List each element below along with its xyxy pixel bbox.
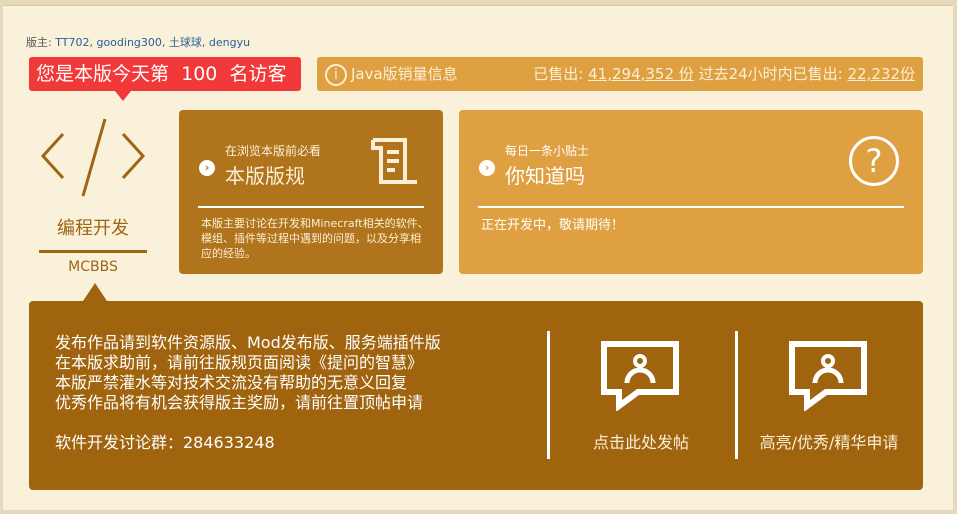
- divider: [735, 331, 738, 459]
- sales-info-bar: i Java版销量信息 已售出: 41,294,352 份 过去24小时内已售出:…: [317, 57, 923, 91]
- forum-header-panel: 版主: TT702, gooding300, 土球球, dengyu 您是本版今…: [3, 5, 953, 510]
- rules-description: 本版主要讨论在开发和Minecraft相关的软件、模组、插件等过程中遇到的问题，…: [201, 217, 429, 260]
- moderator-link[interactable]: gooding300: [96, 36, 161, 49]
- rules-kicker: 在浏览本版前必看: [225, 144, 322, 158]
- divider: [198, 206, 424, 208]
- chat-group: 软件开发讨论群：284633248: [55, 433, 275, 452]
- chat-user-icon: [601, 341, 679, 412]
- notice-line: 发布作品请到软件资源版、Mod发布版、服务端插件版: [55, 333, 441, 352]
- board-subtitle: MCBBS: [68, 259, 118, 275]
- divider: [547, 331, 550, 459]
- info-icon: i: [325, 63, 347, 86]
- rules-title: 本版版规: [225, 164, 305, 188]
- moderator-list: 版主: TT702, gooding300, 土球球, dengyu: [26, 36, 251, 49]
- code-brackets-icon: [40, 118, 146, 197]
- recent-value[interactable]: 22,232份: [848, 65, 916, 83]
- visitor-count-banner: 您是本版今天第 100 名访客: [29, 57, 301, 101]
- sold-label: 已售出:: [533, 65, 584, 83]
- tips-kicker: 每日一条小贴士: [505, 144, 590, 158]
- apply-highlight-button[interactable]: 高亮/优秀/精华申请: [739, 341, 919, 453]
- visitor-count: 100: [181, 63, 218, 85]
- visitor-prefix: 您是本版今天第: [36, 63, 170, 85]
- apply-highlight-label: 高亮/优秀/精华申请: [759, 433, 899, 452]
- sold-value[interactable]: 41,294,352 份: [588, 65, 694, 83]
- scroll-icon: [371, 138, 417, 184]
- divider: [478, 206, 904, 208]
- moderator-link[interactable]: TT702: [55, 36, 89, 49]
- sales-title: Java版销量信息: [351, 65, 458, 83]
- chevron-right-icon: ›: [199, 160, 215, 176]
- notice-line: 优秀作品将有机会获得版主奖励，请前往置顶帖申请: [55, 393, 424, 412]
- moderator-label: 版主:: [26, 36, 52, 49]
- visitor-suffix: 名访客: [229, 63, 287, 85]
- chevron-right-icon: ›: [479, 160, 495, 176]
- moderator-link[interactable]: dengyu: [209, 36, 250, 49]
- moderator-link[interactable]: 土球球: [169, 36, 202, 49]
- tips-description: 正在开发中，敬请期待！: [481, 218, 625, 233]
- new-post-label: 点击此处发帖: [592, 433, 689, 452]
- tips-card[interactable]: › 每日一条小贴士 你知道吗 ? 正在开发中，敬请期待！: [459, 110, 923, 274]
- divider: [39, 250, 147, 253]
- recent-label: 过去24小时内已售出:: [698, 65, 843, 83]
- rules-card[interactable]: › 在浏览本版前必看 本版版规 本版主要讨论在开发和Minecraft相关的软件…: [179, 110, 443, 274]
- notice-line: 在本版求助前，请前往版规页面阅读《提问的智慧》: [55, 353, 424, 372]
- notice-line: 本版严禁灌水等对技术交流没有帮助的无意义回复: [55, 373, 408, 392]
- board-logo: 编程开发 MCBBS: [33, 114, 153, 275]
- board-title: 编程开发: [57, 218, 129, 239]
- notice-text: 发布作品请到软件资源版、Mod发布版、服务端插件版 在本版求助前，请前往版规页面…: [55, 333, 441, 453]
- new-post-button[interactable]: 点击此处发帖: [551, 341, 731, 453]
- question-icon: ?: [849, 136, 899, 186]
- chat-user-icon: [789, 341, 867, 412]
- tips-title: 你知道吗: [505, 164, 585, 188]
- notice-panel: 发布作品请到软件资源版、Mod发布版、服务端插件版 在本版求助前，请前往版规页面…: [29, 283, 923, 490]
